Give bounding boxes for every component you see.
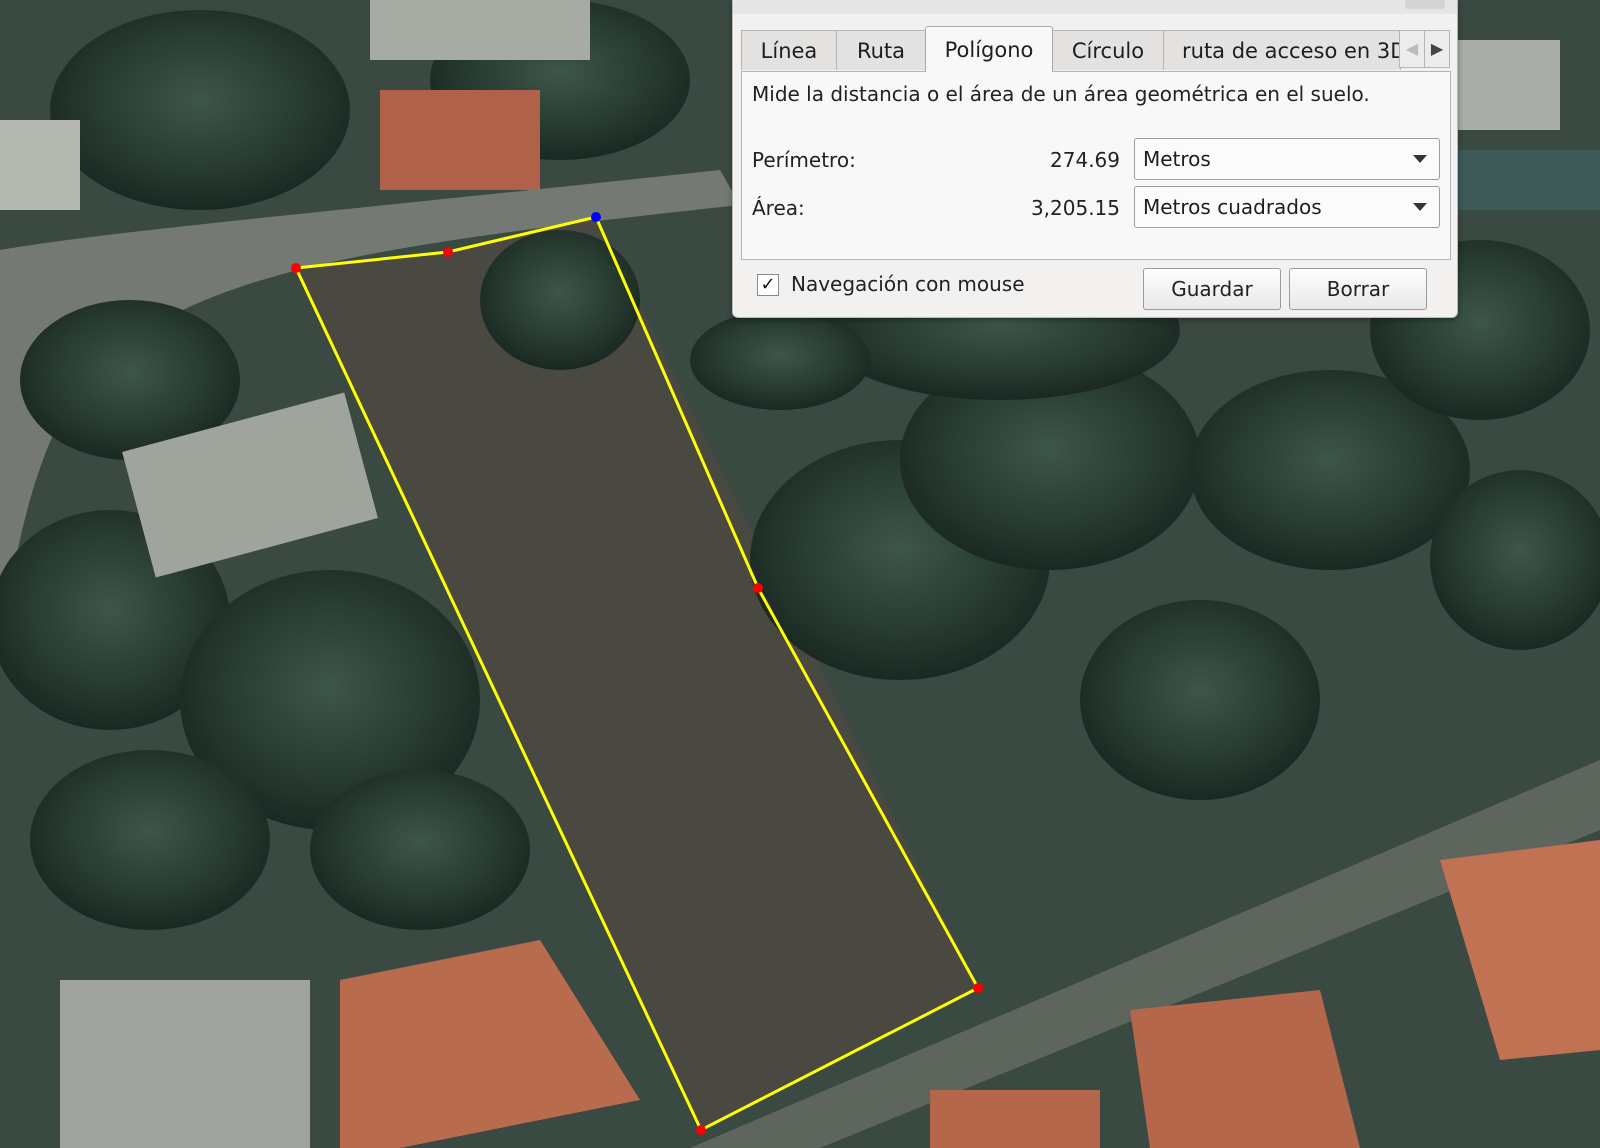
perimeter-value: 274.69 bbox=[1050, 148, 1120, 172]
dialog-close-handle[interactable] bbox=[1405, 0, 1445, 9]
tab-ruta[interactable]: Ruta bbox=[836, 30, 926, 70]
area-value: 3,205.15 bbox=[1030, 196, 1120, 220]
perimeter-label: Perímetro: bbox=[752, 148, 856, 172]
tab-scroll-left-button[interactable]: ◀ bbox=[1399, 30, 1425, 68]
chevron-down-icon bbox=[1413, 203, 1427, 211]
polygon-vertex[interactable] bbox=[443, 247, 453, 257]
tab-linea[interactable]: Línea bbox=[741, 30, 837, 70]
polygon-vertex[interactable] bbox=[291, 263, 301, 273]
measure-tool-dialog: Línea Ruta Polígono Círculo ruta de acce… bbox=[732, 0, 1458, 318]
perimeter-unit-value: Metros bbox=[1143, 147, 1211, 171]
chevron-down-icon bbox=[1413, 155, 1427, 163]
polygon-vertex[interactable] bbox=[753, 583, 763, 593]
polygon-panel: Mide la distancia o el área de un área g… bbox=[741, 71, 1451, 260]
mouse-navigation-label[interactable]: Navegación con mouse bbox=[791, 272, 1025, 296]
clear-button[interactable]: Borrar bbox=[1289, 268, 1427, 310]
polygon-vertex[interactable] bbox=[973, 983, 983, 993]
polygon-vertex-active[interactable] bbox=[591, 212, 601, 222]
dialog-title-strip[interactable] bbox=[733, 0, 1457, 14]
tab-poligono[interactable]: Polígono bbox=[925, 26, 1053, 72]
tab-ruta-3d[interactable]: ruta de acceso en 3D bbox=[1163, 30, 1401, 70]
measure-tabs: Línea Ruta Polígono Círculo ruta de acce… bbox=[741, 26, 1451, 72]
perimeter-unit-select[interactable]: Metros bbox=[1134, 138, 1440, 180]
polygon-description: Mide la distancia o el área de un área g… bbox=[752, 82, 1370, 106]
polygon-vertex[interactable] bbox=[696, 1125, 706, 1135]
area-unit-value: Metros cuadrados bbox=[1143, 195, 1322, 219]
tab-circulo[interactable]: Círculo bbox=[1052, 30, 1164, 70]
area-label: Área: bbox=[752, 196, 805, 220]
save-button[interactable]: Guardar bbox=[1143, 268, 1281, 310]
mouse-navigation-checkbox[interactable]: ✓ bbox=[757, 274, 779, 296]
area-unit-select[interactable]: Metros cuadrados bbox=[1134, 186, 1440, 228]
tab-scroll-right-button[interactable]: ▶ bbox=[1424, 30, 1450, 68]
